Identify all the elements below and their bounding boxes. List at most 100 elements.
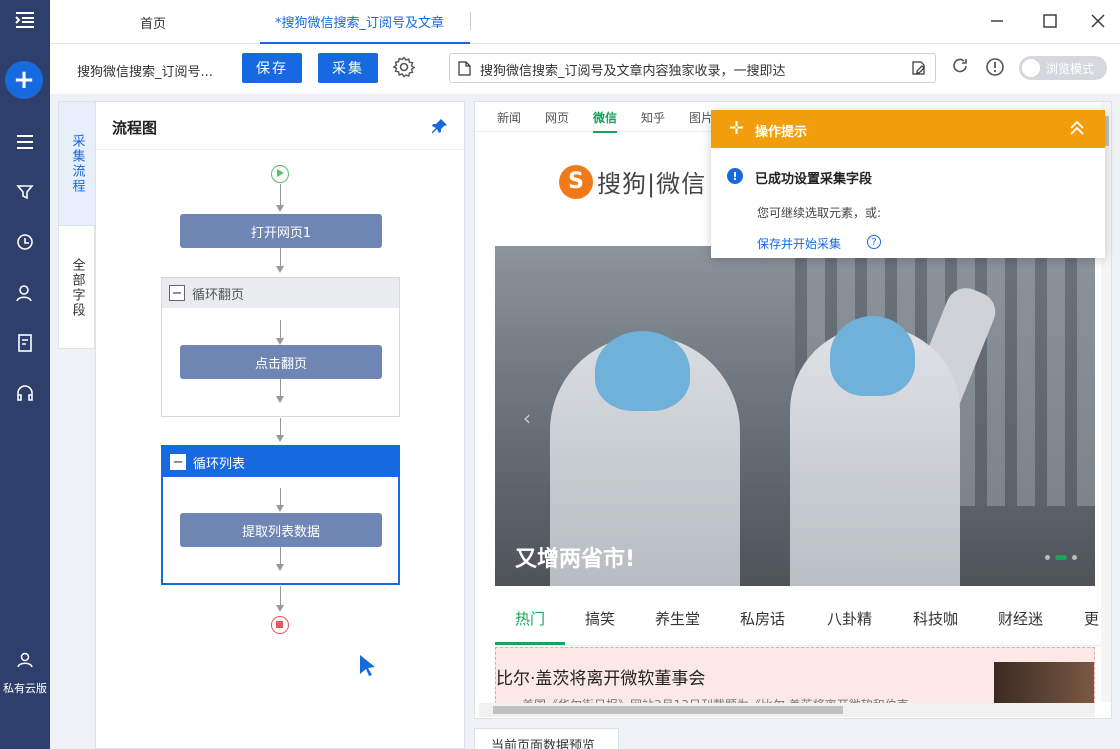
tab-flow-label: 采集流程 <box>69 133 85 194</box>
alert-icon[interactable] <box>985 57 1007 79</box>
refresh-icon[interactable] <box>950 57 972 79</box>
team-icon[interactable] <box>0 273 50 313</box>
tip-message: 已成功设置采集字段 <box>755 172 873 187</box>
loop-list-label: 循环列表 <box>193 456 246 472</box>
connector-arrow <box>276 266 284 273</box>
maximize-icon[interactable] <box>1038 10 1062 32</box>
side-tabs: 采集流程 全部字段 <box>58 101 95 349</box>
category-more[interactable]: 更 <box>1084 608 1099 629</box>
title-bar: 首页 *搜狗微信搜索_订阅号及文章 <box>50 0 1120 44</box>
close-icon[interactable] <box>1086 10 1110 32</box>
loop-pagination-header: − 循环翻页 <box>162 278 399 308</box>
carousel-prev-icon[interactable]: ‹ <box>523 406 531 430</box>
horizontal-scrollbar[interactable] <box>479 703 1095 717</box>
carousel-dot-active[interactable] <box>1055 555 1067 560</box>
gear-icon[interactable] <box>392 56 417 80</box>
save-and-collect-link[interactable]: 保存并开始采集 <box>757 235 841 252</box>
category-tabs: 热门 搞笑 养生堂 私房话 八卦精 科技咖 财经迷 更 <box>495 594 1111 646</box>
data-preview-tab[interactable]: 当前页面数据预览 <box>474 728 619 749</box>
news-title[interactable]: 比尔·盖茨将离开微软董事会 <box>496 664 705 689</box>
carousel-dot[interactable] <box>1045 555 1050 560</box>
connector-arrow <box>276 505 284 512</box>
category-private[interactable]: 私房话 <box>740 608 785 629</box>
left-rail: + 私有云版 <box>0 0 50 749</box>
tip-title: 操作提示 <box>755 125 808 140</box>
flowchart-panel: 流程图 打开网页1 − 循环翻页 点击翻页 − 循环列表 提取列表数据 <box>95 101 465 749</box>
banner-figure <box>790 316 960 586</box>
tab-flow[interactable]: 采集流程 <box>59 102 95 226</box>
tip-header[interactable]: ✛ 操作提示 <box>711 110 1105 148</box>
news-item[interactable]: 比尔·盖茨将离开微软董事会 美国《华尔街日报》网站3月13日刊载题为《比尔·盖茨… <box>495 647 1095 712</box>
toggle-knob <box>1022 59 1040 77</box>
sogou-logo-mark: S <box>559 164 593 199</box>
banner-hood <box>830 316 915 396</box>
menu-expand-icon[interactable] <box>0 0 50 40</box>
task-title: 搜狗微信搜索_订阅号... <box>77 65 213 80</box>
category-tech[interactable]: 科技咖 <box>913 608 958 629</box>
category-funny[interactable]: 搞笑 <box>585 608 615 629</box>
collapse-up-icon[interactable] <box>1069 120 1085 140</box>
banner-hood <box>595 331 690 411</box>
flowchart-header: 流程图 <box>96 102 464 150</box>
minimize-icon[interactable] <box>985 10 1009 32</box>
url-bar[interactable]: 搜狗微信搜索_订阅号及文章内容独家收录，一搜即达 <box>449 53 936 83</box>
help-icon[interactable]: ? <box>867 235 881 249</box>
banner-caption[interactable]: 又增两省市! <box>515 541 635 573</box>
tab-all-fields[interactable]: 全部字段 <box>59 227 95 349</box>
category-finance[interactable]: 财经迷 <box>998 608 1043 629</box>
collect-button[interactable]: 采集 <box>318 53 378 83</box>
pin-icon[interactable] <box>432 118 448 138</box>
category-gossip[interactable]: 八卦精 <box>827 608 872 629</box>
nav-zhihu[interactable]: 知乎 <box>641 109 665 126</box>
collapse-icon[interactable]: − <box>169 285 185 301</box>
connector <box>280 547 281 565</box>
end-icon <box>271 616 289 634</box>
loop-pagination-label: 循环翻页 <box>192 287 245 303</box>
edit-url-icon[interactable] <box>911 60 927 80</box>
tab-current-task[interactable]: *搜狗微信搜索_订阅号及文章 <box>260 0 470 44</box>
browse-mode-toggle[interactable]: 浏览模式 <box>1019 56 1107 80</box>
connector-arrow <box>276 435 284 442</box>
tip-subtext: 您可继续选取元素，或: <box>757 206 882 220</box>
tab-home[interactable]: 首页 <box>140 0 166 44</box>
user-icon[interactable] <box>0 640 50 680</box>
tab-all-fields-label: 全部字段 <box>69 258 85 318</box>
carousel-banner[interactable]: ‹ 又增两省市! <box>495 246 1095 586</box>
move-icon[interactable]: ✛ <box>729 118 744 139</box>
new-task-button[interactable]: + <box>5 61 43 99</box>
data-icon[interactable] <box>0 323 50 363</box>
operation-tip-popup: ✛ 操作提示 ! 已成功设置采集字段 您可继续选取元素，或: 保存并开始采集 ? <box>711 110 1105 258</box>
user-edition-label: 私有云版 <box>3 682 47 695</box>
template-icon[interactable] <box>0 172 50 212</box>
node-click-next-page[interactable]: 点击翻页 <box>180 345 382 379</box>
nav-news[interactable]: 新闻 <box>497 109 521 126</box>
connector-arrow <box>276 605 284 612</box>
category-health[interactable]: 养生堂 <box>655 608 700 629</box>
url-text: 搜狗微信搜索_订阅号及文章内容独家收录，一搜即达 <box>480 64 786 79</box>
connector-arrow <box>276 205 284 212</box>
connector <box>280 379 281 397</box>
collapse-icon[interactable]: − <box>170 454 186 470</box>
carousel-dot[interactable] <box>1072 555 1077 560</box>
connector-arrow <box>276 564 284 571</box>
page-icon <box>458 61 471 80</box>
nav-images[interactable]: 图片 <box>689 109 713 126</box>
mouse-cursor-icon <box>359 654 377 680</box>
node-open-page[interactable]: 打开网页1 <box>180 214 382 248</box>
browse-mode-label: 浏览模式 <box>1046 62 1095 76</box>
nav-weixin[interactable]: 微信 <box>593 109 618 133</box>
save-button[interactable]: 保存 <box>242 53 302 83</box>
sogou-weixin-logo[interactable]: S 搜狗|微信 <box>559 164 706 199</box>
connector <box>280 586 281 606</box>
nav-web[interactable]: 网页 <box>545 109 569 126</box>
start-icon <box>271 165 289 183</box>
node-extract-list-data[interactable]: 提取列表数据 <box>180 513 382 547</box>
flowchart-title: 流程图 <box>112 119 158 137</box>
support-headset-icon[interactable] <box>0 373 50 413</box>
app-window: + 私有云版 首页 *搜狗微信搜索_订阅号及文章 搜狗微信搜索_订阅号... 保… <box>0 0 1120 749</box>
scroll-thumb[interactable] <box>493 706 843 714</box>
schedule-icon[interactable] <box>0 222 50 262</box>
list-icon[interactable] <box>0 122 50 162</box>
connector-arrow <box>276 338 284 345</box>
category-hot[interactable]: 热门 <box>515 608 545 629</box>
